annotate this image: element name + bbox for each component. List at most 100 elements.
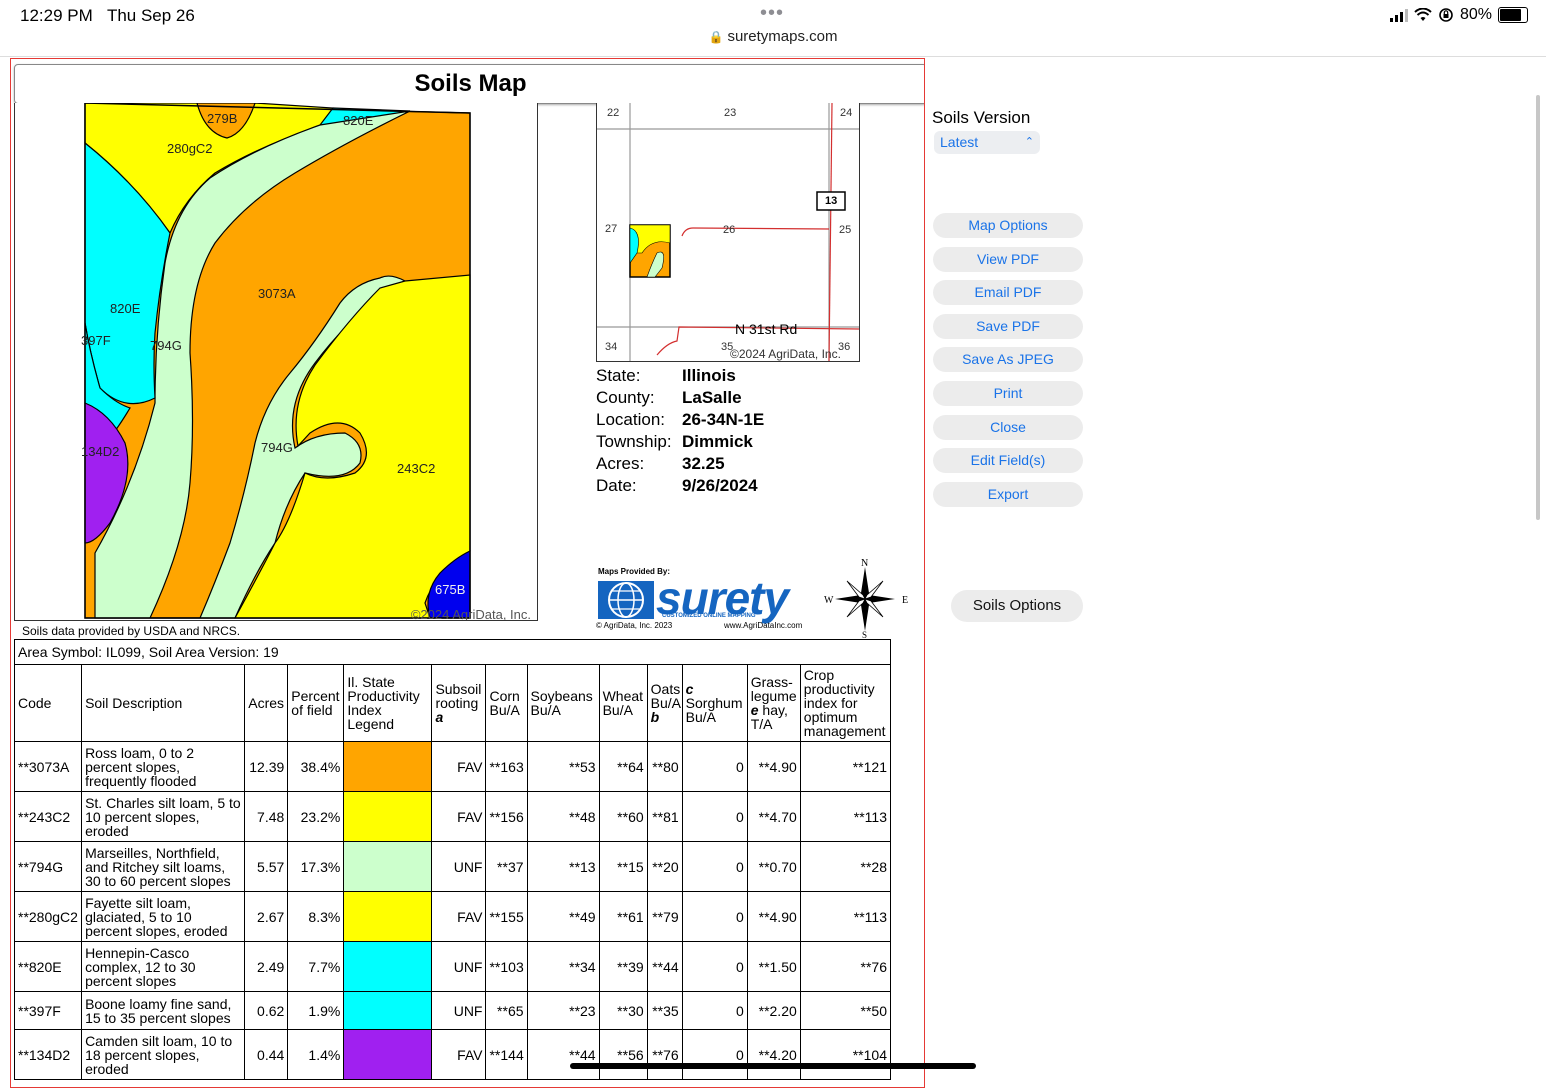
section-label: 23 [724,107,737,119]
soil-description: Camden silt loam, 10 to 18 percent slope… [81,1029,246,1080]
more-dots-icon[interactable]: ••• [760,2,784,25]
page-title: Soils Map [14,64,924,104]
home-indicator[interactable] [570,1063,976,1069]
wifi-icon [1414,8,1432,21]
crop-index: **28 [799,841,892,892]
view-pdf-button[interactable]: View PDF [933,246,1083,272]
acres: 0.62 [244,991,289,1030]
corn-yield: **156 [485,791,528,842]
col-sorghum: c Sorghum Bu/A [681,664,748,742]
soil-description: Marseilles, Northfield, and Ritchey silt… [81,841,246,892]
info-row: Acres: 32.25 [596,454,725,473]
soil-code: **397F [13,991,83,1030]
table-row: **397F Boone loamy fine sand, 15 to 35 pe… [13,991,892,1030]
status-time: 12:29 PM Thu Sep 26 [20,6,195,25]
logo-website: www.AgriDataInc.com [724,621,803,630]
soils-options-button[interactable]: Soils Options [951,590,1083,622]
percent: 1.9% [287,991,345,1030]
logo-copyright: © AgriData, Inc. 2023 [596,621,673,630]
info-row: Township: Dimmick [596,432,753,451]
compass-s: S [862,630,867,639]
sorghum-yield: 0 [681,941,748,992]
map-copyright: ©2024 AgriData, Inc. [410,607,531,621]
sorghum-yield: 0 [681,991,748,1030]
soil-description: Hennepin-Casco complex, 12 to 30 percent… [81,941,246,992]
save-as-jpeg-button[interactable]: Save As JPEG [933,347,1083,373]
soils-version-label: Soils Version [932,108,1031,127]
oats-yield: **79 [646,891,683,942]
section-label: 26 [723,224,736,236]
print-button[interactable]: Print [933,381,1083,406]
soil-description: Ross loam, 0 to 2 percent slopes, freque… [81,741,246,792]
crop-index: **50 [799,991,892,1030]
map-label: 280gC2 [167,141,213,156]
section-label: 24 [840,107,853,119]
soil-description: Boone loamy fine sand, 15 to 35 percent … [81,991,246,1030]
legend-swatch [343,741,433,792]
close-button[interactable]: Close [933,414,1083,440]
soybean-yield: **34 [526,941,600,992]
grass-hay: **4.90 [746,741,801,792]
email-pdf-button[interactable]: Email PDF [933,280,1083,306]
status-bar: 12:29 PM Thu Sep 26 ••• 🔒 suretymaps.com … [0,0,1546,57]
map-label: 675B [435,582,465,597]
area-symbol: Area Symbol: IL099, Soil Area Version: 1… [14,639,891,665]
section-label: 22 [607,107,620,119]
corn-yield: **155 [485,891,528,942]
soils-report: Soils Map 279B 820E 280gC2 3073A 820E 39… [10,58,925,1088]
grass-hay: **1.50 [746,941,801,992]
sorghum-yield: 0 [681,1029,748,1080]
table-row: **3073A Ross loam, 0 to 2 percent slopes,… [13,741,892,792]
map-options-button[interactable]: Map Options [933,213,1083,238]
legend-swatch [343,1029,433,1080]
col-oats: Oats Bu/A b [646,664,683,742]
oats-yield: **35 [646,991,683,1030]
oats-yield: **20 [646,841,683,892]
crop-index: **113 [799,791,892,842]
battery-percent: 80% [1459,6,1492,23]
edit-field-s-button[interactable]: Edit Field(s) [933,448,1083,474]
legend-swatch [343,891,433,942]
soil-code: **134D2 [13,1029,83,1080]
map-label: 820E [343,113,374,128]
map-label: 279B [207,111,237,126]
acres: 0.44 [244,1029,289,1080]
grass-hay: **4.20 [746,1029,801,1080]
save-pdf-button[interactable]: Save PDF [933,313,1083,339]
field-info: State: Illinois County: LaSalle Location: 2… [596,365,764,497]
col-corn: Corn Bu/A [485,664,528,742]
info-row: Location: 26-34N-1E [596,410,765,429]
sorghum-yield: 0 [681,791,748,842]
oats-yield: **44 [646,941,683,992]
map-label: 243C2 [397,461,435,476]
col-legend: Il. State Productivity Index Legend [343,664,433,742]
map-label: 820E [110,301,141,316]
col-soybeans: Soybeans Bu/A [526,664,600,742]
section-label: 25 [839,224,852,236]
wheat-yield: **39 [598,941,648,992]
sorghum-yield: 0 [681,891,748,942]
battery-fill [1500,9,1521,21]
acres: 7.48 [244,791,289,842]
status-icons: 80% [1389,6,1528,24]
locator-copyright: ©2024 AgriData, Inc. [730,347,841,361]
lock-icon: 🔒 [708,30,724,44]
soybean-yield: **44 [526,1029,600,1080]
soils-version-select[interactable]: Latest ⌃ [934,131,1040,154]
scrollbar[interactable] [1536,95,1540,520]
soils-map-svg: 279B 820E 280gC2 3073A 820E 397F 794G 13… [15,103,537,620]
acres: 2.49 [244,941,289,992]
address-bar[interactable]: 🔒 suretymaps.com [0,28,1546,45]
map-label: 134D2 [81,444,119,459]
soil-description: Fayette silt loam, glaciated, 5 to 10 pe… [81,891,246,942]
grass-hay: **4.70 [746,791,801,842]
legend-swatch [343,991,433,1030]
soybean-yield: **48 [526,791,600,842]
subsoil-rooting: UNF [431,941,487,992]
grass-hay: **4.90 [746,891,801,942]
crop-index: **104 [799,1029,892,1080]
acres: 5.57 [244,841,289,892]
crop-index: **121 [799,741,892,792]
soil-code: **820E [13,941,83,992]
export-button[interactable]: Export [933,481,1083,507]
